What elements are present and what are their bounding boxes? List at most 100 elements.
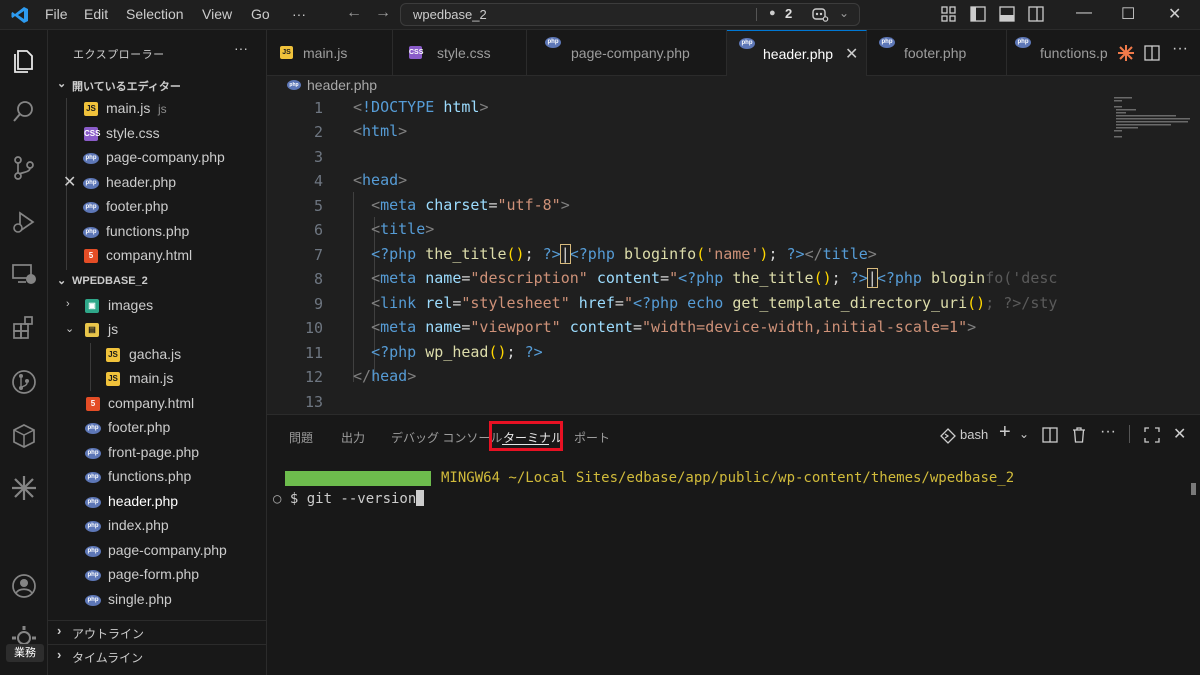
- tree-label: main.js: [129, 370, 174, 386]
- file-footer-php[interactable]: php footer.php: [48, 416, 267, 440]
- git-graph-icon[interactable]: [10, 368, 38, 396]
- trash-icon[interactable]: [1071, 426, 1087, 443]
- tab-footer-php[interactable]: php footer.php: [867, 30, 1007, 76]
- run-debug-icon[interactable]: [10, 208, 38, 236]
- tree-label: images: [108, 297, 154, 313]
- tab-header-php[interactable]: php header.php ✕: [727, 30, 867, 76]
- open-editor-header-php[interactable]: ✕ php header.php: [48, 171, 267, 195]
- explorer-more-icon[interactable]: ···: [234, 40, 248, 56]
- workspace-section[interactable]: ⌄ WPEDBASE_2: [48, 271, 267, 293]
- source-control-icon[interactable]: [10, 154, 38, 182]
- menu-more[interactable]: ···: [292, 6, 306, 22]
- account-icon[interactable]: [10, 572, 38, 600]
- menu-file[interactable]: File: [45, 6, 68, 22]
- toggle-primary-sidebar-icon[interactable]: [970, 5, 986, 23]
- forward-arrow-icon[interactable]: →: [375, 4, 391, 22]
- panel-tab-debug-console[interactable]: デバッグ コンソール: [391, 429, 502, 446]
- explorer-icon[interactable]: [10, 46, 38, 74]
- open-editor-company-html[interactable]: 5 company.html: [48, 244, 267, 268]
- customize-layout-icon[interactable]: [941, 5, 957, 23]
- editor-more-icon[interactable]: ···: [1172, 40, 1188, 58]
- line-number: 9: [313, 295, 323, 313]
- new-terminal-plus-icon[interactable]: +: [999, 421, 1011, 444]
- split-terminal-icon[interactable]: [1042, 427, 1058, 443]
- file-index-php[interactable]: php index.php: [48, 514, 267, 538]
- code-line: 4 <head>: [267, 169, 1200, 193]
- php-file-icon: php: [287, 80, 301, 90]
- folder-images[interactable]: › ▣ images: [48, 294, 267, 318]
- open-editor-page-company-php[interactable]: php page-company.php: [48, 146, 267, 170]
- panel-tab-problems[interactable]: 問題: [289, 429, 313, 446]
- split-editor-icon[interactable]: [1144, 45, 1160, 61]
- open-editors-section[interactable]: ⌄ 開いているエディター: [48, 74, 267, 96]
- close-tab-icon[interactable]: ✕: [845, 44, 858, 64]
- tab-page-company-php[interactable]: php page-company.php: [527, 30, 727, 76]
- file-single-php[interactable]: php single.php: [48, 588, 267, 612]
- open-editor-functions-php[interactable]: php functions.php: [48, 220, 267, 244]
- outline-section[interactable]: › アウトライン: [48, 620, 267, 643]
- tab-main-js[interactable]: JS main.js: [267, 30, 393, 76]
- tab-label: header.php: [763, 46, 834, 62]
- spark-icon[interactable]: [10, 474, 38, 502]
- tab-functions-php[interactable]: php functions.p: [1007, 30, 1108, 76]
- timeline-section[interactable]: › タイムライン: [48, 644, 267, 667]
- back-arrow-icon[interactable]: ←: [346, 4, 362, 22]
- menu-go[interactable]: Go: [251, 6, 270, 22]
- file-front-page-php[interactable]: php front-page.php: [48, 441, 267, 465]
- outline-label: アウトライン: [72, 627, 145, 641]
- breadcrumb-file[interactable]: header.php: [307, 77, 377, 93]
- maximize-panel-icon[interactable]: [1144, 427, 1160, 443]
- tree-label: header.php: [108, 493, 179, 509]
- file-functions-php[interactable]: php functions.php: [48, 465, 267, 489]
- minimize-icon[interactable]: —: [1076, 4, 1092, 22]
- file-main-js[interactable]: JS main.js: [48, 367, 267, 391]
- menu-view[interactable]: View: [202, 6, 232, 22]
- terminal-prompt-line[interactable]: ○ $ git --version: [273, 490, 425, 507]
- code-line: 8 <meta name="description" content="<?ph…: [267, 267, 1200, 291]
- package-icon[interactable]: [10, 422, 38, 450]
- file-header-php[interactable]: php header.php: [48, 490, 267, 514]
- extensions-icon[interactable]: [10, 314, 38, 342]
- toggle-panel-icon[interactable]: [999, 5, 1015, 23]
- chevron-right-icon: ›: [66, 298, 70, 310]
- search-icon[interactable]: [10, 98, 38, 126]
- close-window-icon[interactable]: ✕: [1168, 4, 1181, 24]
- vscode-logo-icon: [11, 7, 28, 23]
- toggle-secondary-sidebar-icon[interactable]: [1028, 5, 1044, 23]
- code-editor[interactable]: 1 <!DOCTYPE html> 2 <html> 3 4 <head> 5 …: [267, 96, 1200, 414]
- php-file-icon: php: [85, 546, 101, 557]
- terminal-shell-name[interactable]: bash: [960, 427, 988, 442]
- remote-explorer-icon[interactable]: [10, 260, 38, 288]
- file-company-html[interactable]: 5 company.html: [48, 392, 267, 416]
- tab-style-css[interactable]: CSS style.css: [393, 30, 527, 76]
- close-editor-icon[interactable]: ✕: [63, 172, 76, 192]
- file-page-company-php[interactable]: php page-company.php: [48, 539, 267, 563]
- menu-selection[interactable]: Selection: [126, 6, 184, 22]
- code-line: 9 <link rel="stylesheet" href="<?php ech…: [267, 292, 1200, 316]
- open-editor-style-css[interactable]: CSS style.css: [48, 122, 267, 146]
- folder-js[interactable]: ⌄ ▤ js: [48, 318, 267, 342]
- spark-action-icon[interactable]: [1117, 44, 1135, 62]
- terminal-scrollbar[interactable]: [1191, 483, 1196, 495]
- panel-more-icon[interactable]: ···: [1100, 423, 1116, 441]
- terminal-dropdown-chevron-icon[interactable]: ⌄: [1019, 427, 1029, 441]
- copilot-icon[interactable]: [811, 7, 829, 23]
- command-center-text: wpedbase_2: [413, 7, 487, 22]
- file-gacha-js[interactable]: JS gacha.js: [48, 343, 267, 367]
- command-center-search[interactable]: wpedbase_2 ● 2 ⌄: [400, 3, 860, 26]
- open-editor-footer-php[interactable]: php footer.php: [48, 195, 267, 219]
- close-panel-icon[interactable]: ✕: [1173, 424, 1186, 444]
- php-file-icon: php: [85, 570, 101, 581]
- open-editor-main-js[interactable]: JS main.js js: [48, 97, 267, 121]
- folder-hint: js: [158, 102, 167, 116]
- panel-tab-output[interactable]: 出力: [341, 429, 365, 446]
- minimap[interactable]: [1112, 96, 1192, 156]
- copilot-chevron-down-icon[interactable]: ⌄: [839, 6, 849, 20]
- timeline-label: タイムライン: [72, 651, 144, 665]
- file-page-form-php[interactable]: php page-form.php: [48, 563, 267, 587]
- menu-edit[interactable]: Edit: [84, 6, 108, 22]
- profile-badge[interactable]: 業務: [6, 644, 44, 662]
- maximize-icon[interactable]: ☐: [1121, 4, 1135, 24]
- panel-tab-ports[interactable]: ポート: [574, 429, 610, 446]
- breadcrumb[interactable]: php header.php: [267, 76, 1200, 96]
